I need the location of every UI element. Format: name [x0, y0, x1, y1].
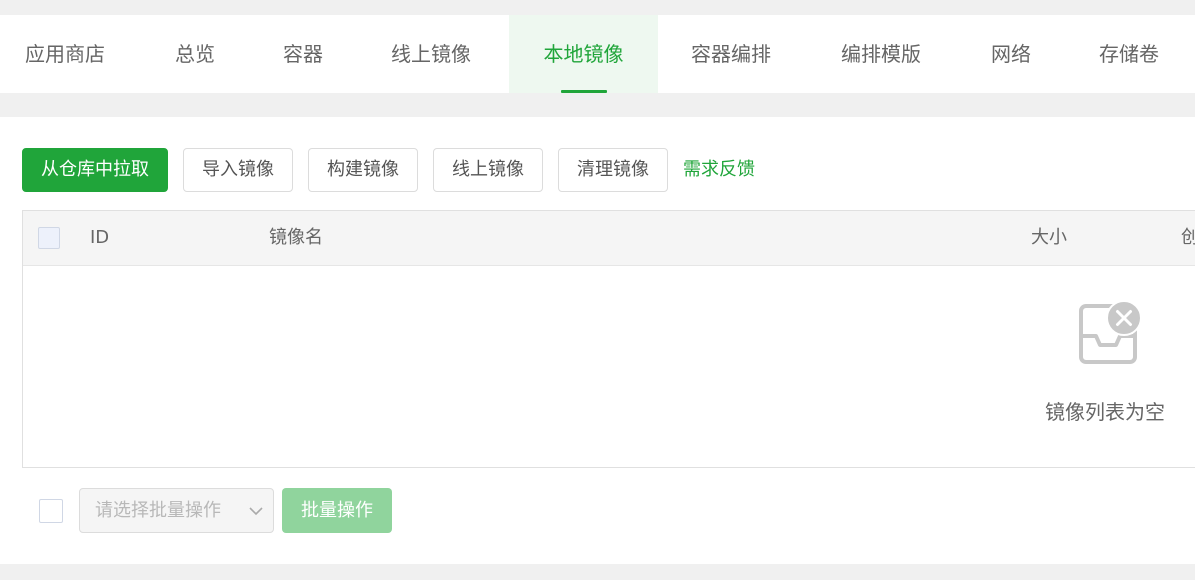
feedback-link[interactable]: 需求反馈 — [683, 148, 755, 192]
tab-bar: 应用商店 总览 容器 线上镜像 本地镜像 容器编排 编排模版 网络 存储卷 — [0, 15, 1195, 93]
tab-app-store[interactable]: 应用商店 — [25, 15, 105, 93]
column-header-id[interactable]: ID — [90, 211, 109, 265]
tab-network[interactable]: 网络 — [991, 15, 1031, 93]
tab-volumes[interactable]: 存储卷 — [1099, 15, 1159, 93]
column-header-created[interactable]: 创 — [1181, 211, 1195, 265]
clean-images-button[interactable]: 清理镜像 — [558, 148, 668, 192]
empty-inbox-icon — [1078, 296, 1146, 372]
empty-list-message: 镜像列表为空 — [1045, 400, 1165, 424]
column-header-size[interactable]: 大小 — [1031, 211, 1067, 265]
tab-overview[interactable]: 总览 — [175, 15, 215, 93]
table-header: ID 镜像名 大小 创 — [23, 211, 1195, 266]
select-all-checkbox[interactable] — [38, 227, 60, 249]
batch-operation-placeholder: 请选择批量操作 — [95, 500, 221, 521]
batch-operation-select[interactable]: 请选择批量操作 — [79, 488, 274, 533]
local-images-panel: 从仓库中拉取 导入镜像 构建镜像 线上镜像 清理镜像 需求反馈 ID 镜像名 大… — [0, 117, 1195, 564]
column-header-image-name[interactable]: 镜像名 — [269, 211, 323, 265]
footer-select-all-checkbox[interactable] — [39, 499, 63, 523]
build-image-button[interactable]: 构建镜像 — [308, 148, 418, 192]
online-images-button[interactable]: 线上镜像 — [433, 148, 543, 192]
batch-operation-button[interactable]: 批量操作 — [282, 488, 392, 533]
import-image-button[interactable]: 导入镜像 — [183, 148, 293, 192]
pull-from-registry-button[interactable]: 从仓库中拉取 — [22, 148, 168, 192]
tab-orchestration-templates[interactable]: 编排模版 — [841, 15, 921, 93]
image-table: ID 镜像名 大小 创 镜像列表为空 — [22, 210, 1195, 468]
tab-local-images[interactable]: 本地镜像 — [509, 15, 658, 93]
tab-online-images[interactable]: 线上镜像 — [391, 15, 471, 93]
tab-containers[interactable]: 容器 — [283, 15, 323, 93]
chevron-down-icon — [247, 502, 265, 524]
tab-container-orchestration[interactable]: 容器编排 — [691, 15, 771, 93]
